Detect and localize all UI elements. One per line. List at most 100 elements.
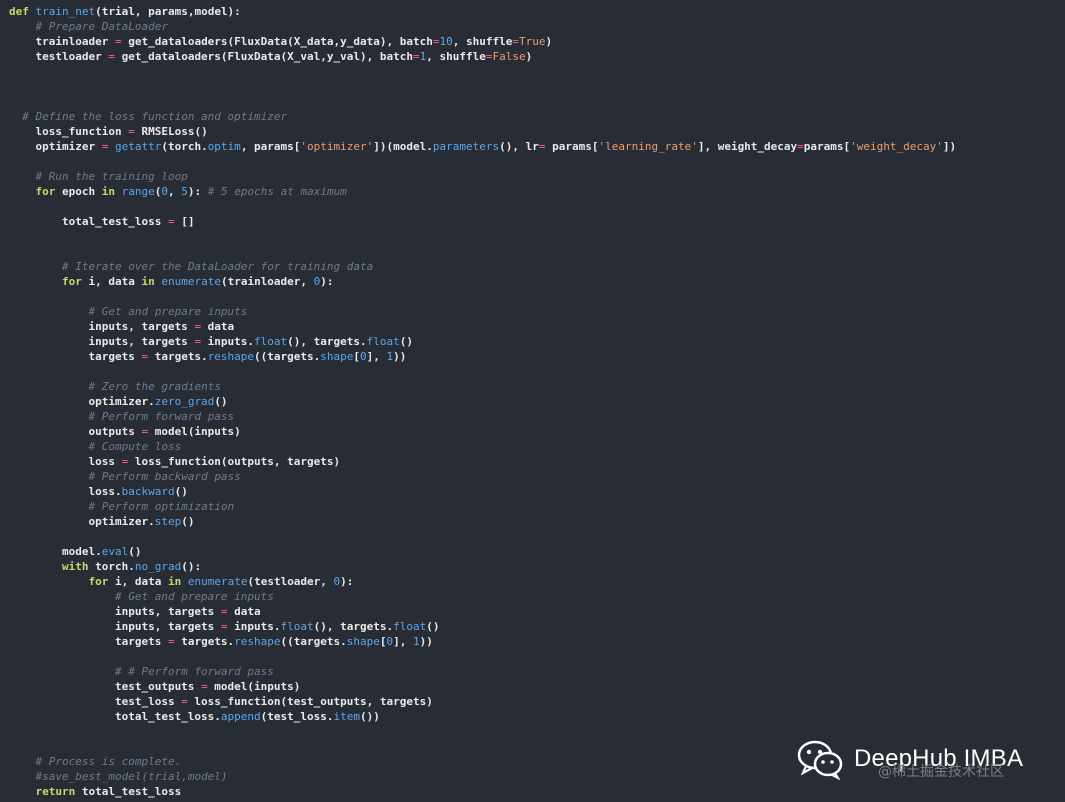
code-token: loss_function [9,125,129,138]
code-token: # Iterate over the DataLoader for traini… [61,260,374,273]
code-token: in [141,275,155,288]
code-token: targets. [148,350,208,363]
code-token: ]) [942,140,957,153]
code-token: total_test_loss. [9,710,221,723]
code-line: with torch.no_grad(): [9,559,956,574]
code-token: ], weight_decay [697,140,798,153]
code-line: # Define the loss function and optimizer [9,109,956,124]
code-token: data [227,605,261,618]
code-token: , shuffle [452,35,513,48]
code-token: float [366,335,400,348]
code-token: ], [393,635,414,648]
code-line: loss_function = RMSELoss() [9,124,956,139]
code-token: True [518,35,546,48]
code-token: inputs, targets [9,320,195,333]
code-token: ((targets. [280,635,347,648]
code-token: range [121,185,155,198]
code-token: (test_loss. [260,710,334,723]
code-token: get_dataloaders(FluxData(X_data,y_data),… [121,35,433,48]
code-token: total_test_loss [75,785,182,798]
code-token: targets [9,350,142,363]
code-line: optimizer = getattr(torch.optim, params[… [9,139,956,154]
code-token: model(inputs) [207,680,301,693]
code-token: testloader [9,50,109,63]
code-token: epoch [55,185,102,198]
code-line: return total_test_loss [9,784,956,799]
code-token: = [220,620,228,633]
code-token: get_dataloaders(FluxData(X_val,y_val), b… [114,50,413,63]
code-token: ) [545,35,553,48]
code-token: enumerate [161,275,221,288]
code-token: inputs. [227,620,281,633]
code-token: () [426,620,440,633]
code-token: # Perform optimization [88,500,235,513]
code-token: = [128,125,135,138]
code-token: eval [101,545,129,558]
code-token: loss. [9,485,122,498]
code-token: # 5 epochs at maximum [207,185,347,198]
code-token: = [167,635,175,648]
code-token: step [154,515,182,528]
code-line: # Get and prepare inputs [9,589,956,604]
code-line: # Get and prepare inputs [9,304,956,319]
code-editor: def train_net(trial, params,model): # Pr… [9,4,956,799]
code-token: params[ [803,140,851,153]
code-line: model.eval() [9,544,956,559]
code-line: # # Perform forward pass [9,664,956,679]
code-token: ): [340,575,354,588]
code-token: enumerate [187,575,248,588]
code-token: ((targets. [254,350,321,363]
code-line: test_outputs = model(inputs) [9,679,956,694]
code-token: test_outputs [9,680,202,693]
code-line: for i, data in enumerate(testloader, 0): [9,574,956,589]
code-token: (): [181,560,202,573]
code-token: (torch. [161,140,208,153]
code-line: optimizer.zero_grad() [9,394,956,409]
code-token: in [167,575,182,588]
code-line: # Prepare DataLoader [9,19,956,34]
code-line: inputs, targets = data [9,604,956,619]
code-token: () [181,515,195,528]
code-token: = [181,695,188,708]
code-token: [ [379,635,387,648]
code-token: targets. [174,635,235,648]
code-token: with [61,560,89,573]
watermark-subtitle: @稀土掘金技术社区 [878,764,1004,780]
code-token: model. [9,545,102,558]
code-token: ])(model. [373,140,433,153]
code-line: def train_net(trial, params,model): [9,4,956,19]
code-token: optimizer. [9,395,155,408]
code-token: (), targets. [313,620,394,633]
code-token: return [35,785,76,798]
code-token: train_net [35,5,96,18]
code-line: optimizer.step() [9,514,956,529]
wechat-icon [796,738,844,781]
code-token: targets [9,635,168,648]
code-token: inputs, targets [9,335,195,348]
code-token: () [399,335,414,348]
code-token: reshape [207,350,255,363]
code-line: # Iterate over the DataLoader for traini… [9,259,956,274]
code-token: # Process is complete. [35,755,182,768]
code-token: ], [366,350,387,363]
code-line: loss = loss_function(outputs, targets) [9,454,956,469]
code-token: # Get and prepare inputs [88,305,248,318]
code-token: = [114,35,122,48]
code-line: trainloader = get_dataloaders(FluxData(X… [9,34,956,49]
code-token: 'optimizer' [300,140,374,153]
code-token: () [214,395,228,408]
code-token: i, data [81,275,142,288]
code-token: (), lr [499,140,539,153]
